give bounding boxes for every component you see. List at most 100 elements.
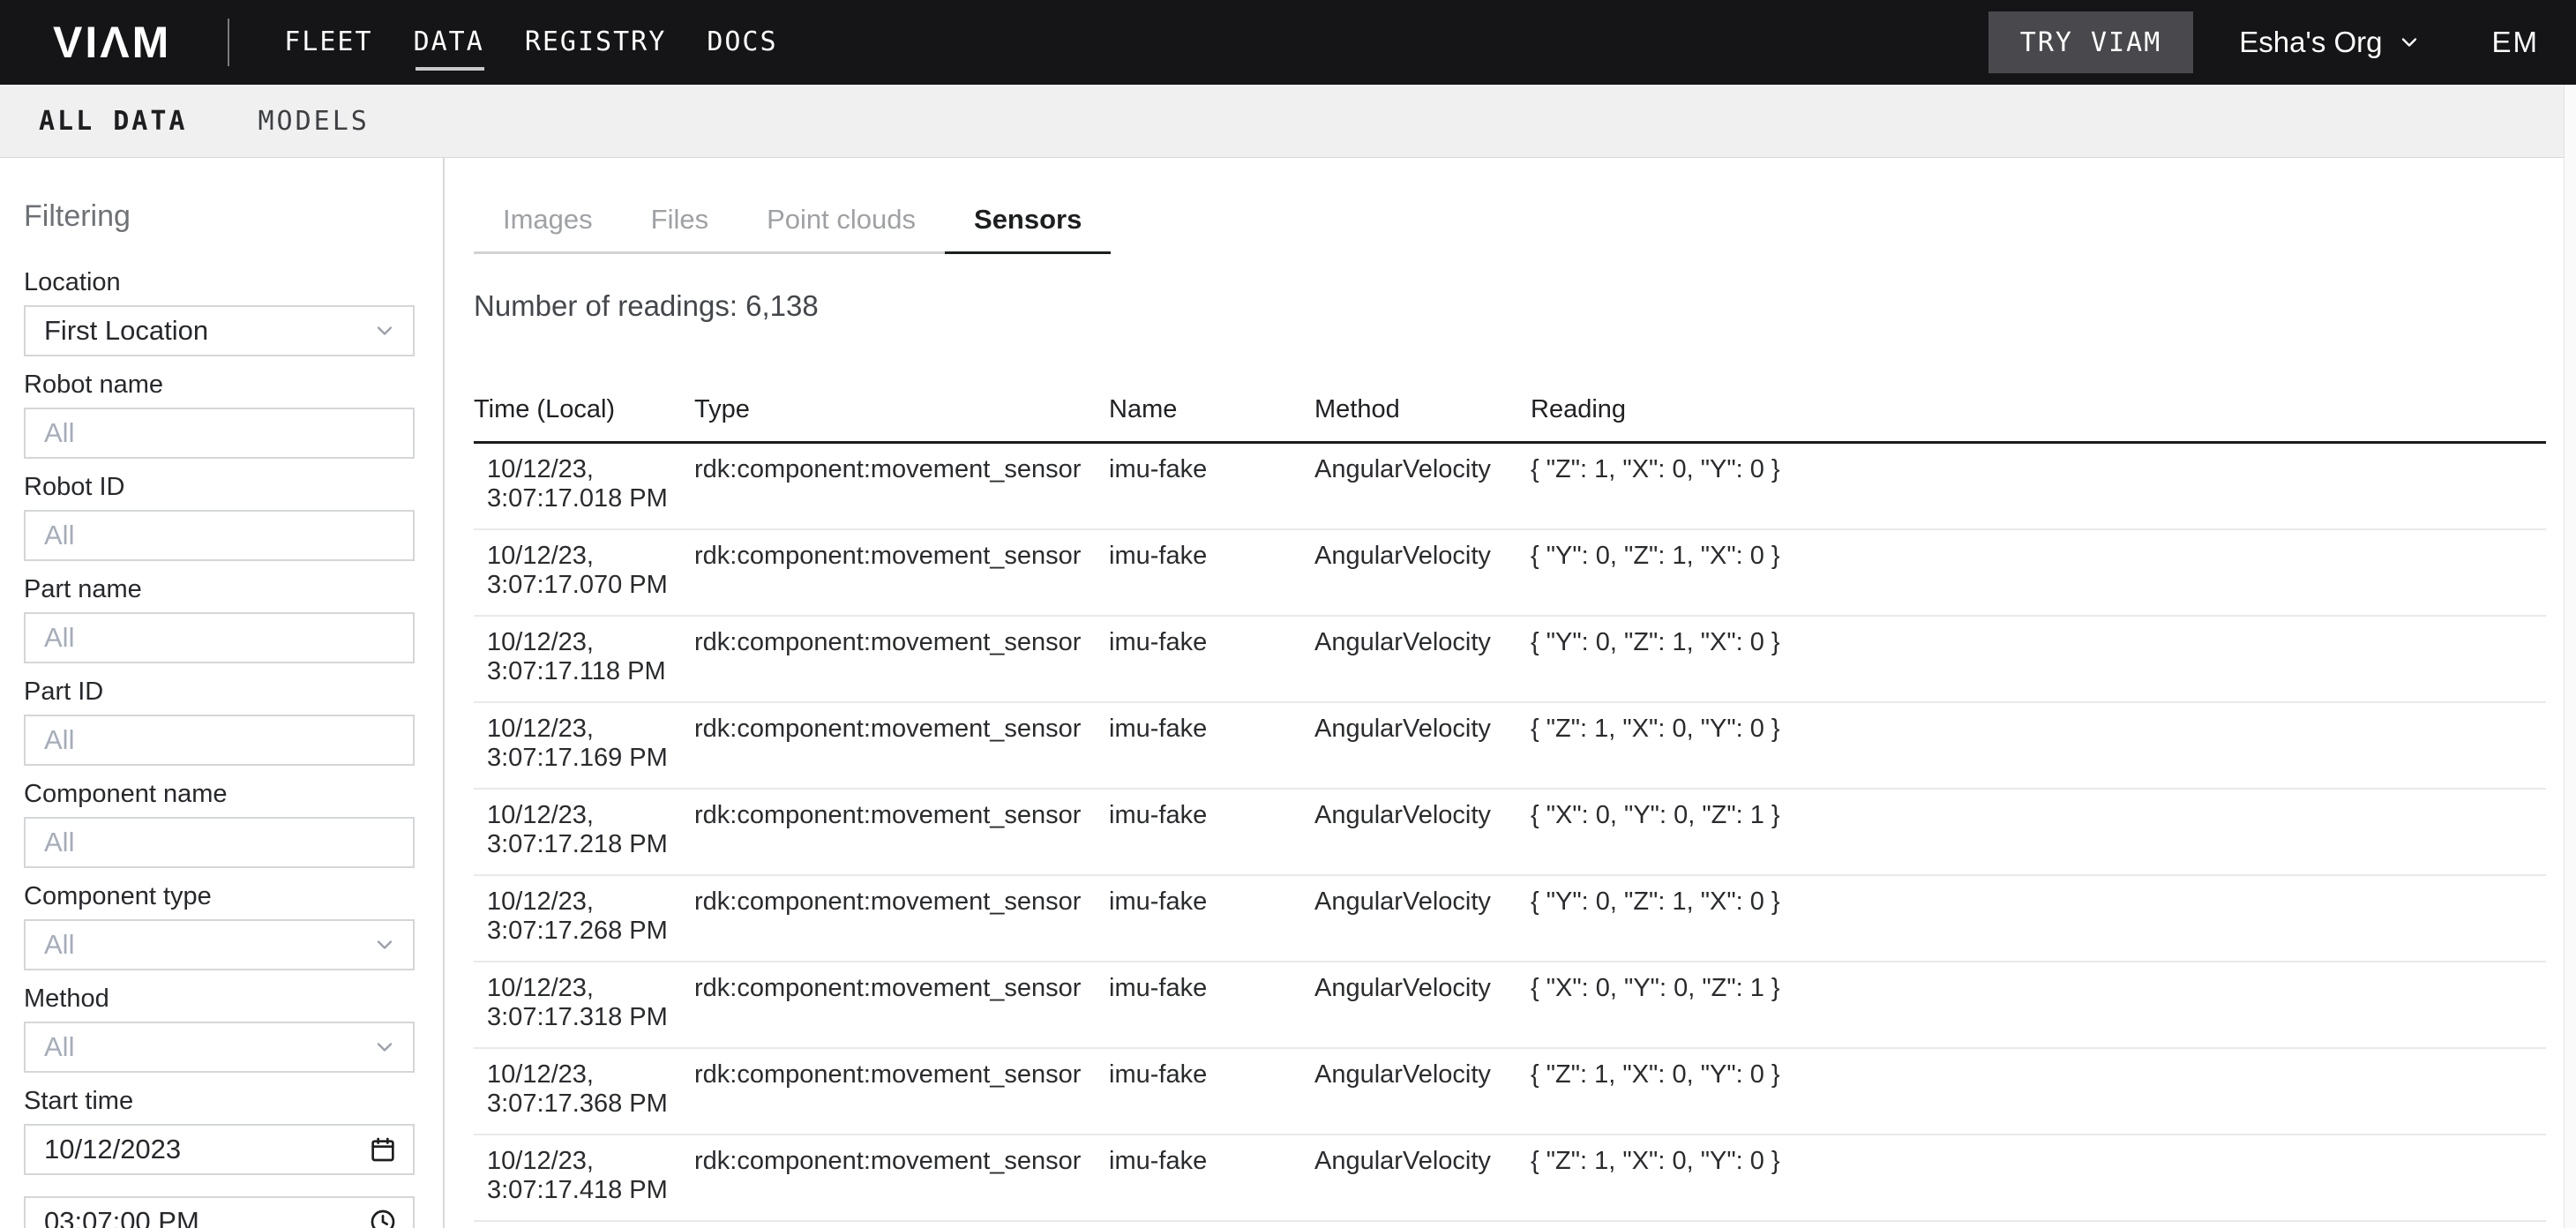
start-time-field: Start time 10/12/2023 03:07:00 PM — [24, 1089, 415, 1228]
clock-icon — [369, 1208, 397, 1228]
cell-reading: { "X": 0, "Y": 0, "Z": 1 } — [1531, 801, 2546, 874]
cell-reading: { "Z": 1, "X": 0, "Y": 0 } — [1531, 455, 2546, 528]
cell-time: 10/12/23, 3:07:17.018 PM — [474, 455, 694, 528]
nav-item-fleet[interactable]: FLEET — [284, 29, 372, 56]
tab-files[interactable]: Files — [622, 187, 738, 254]
method-select[interactable]: All — [24, 1022, 415, 1073]
cell-reading: { "Y": 0, "Z": 1, "X": 0 } — [1531, 542, 2546, 615]
location-label: Location — [24, 270, 415, 296]
component-type-value: All — [44, 929, 372, 961]
table-row: 10/12/23, 3:07:17.218 PM rdk:component:m… — [474, 790, 2546, 876]
column-header: Method — [1314, 397, 1531, 423]
table-row: 10/12/23, 3:07:17.368 PM rdk:component:m… — [474, 1049, 2546, 1135]
cell-reading: { "Y": 0, "Z": 1, "X": 0 } — [1531, 887, 2546, 961]
start-date-value: 10/12/2023 — [44, 1134, 369, 1165]
start-clock-input[interactable]: 03:07:00 PM — [24, 1196, 415, 1228]
try-viam-button[interactable]: TRY VIAM — [1988, 11, 2194, 73]
cell-method: AngularVelocity — [1314, 1060, 1531, 1134]
tab-models[interactable]: MODELS — [258, 106, 370, 137]
cell-type: rdk:component:movement_sensor — [694, 1060, 1109, 1134]
cell-time: 10/12/23, 3:07:17.318 PM — [474, 974, 694, 1047]
nav-item-docs[interactable]: DOCS — [707, 29, 777, 56]
method-field: Method All — [24, 986, 415, 1073]
cell-time-date: 10/12/23, — [487, 1060, 694, 1089]
component-type-label: Component type — [24, 884, 415, 910]
cell-name: imu-fake — [1109, 628, 1314, 701]
robot-name-input[interactable] — [24, 408, 415, 459]
avatar[interactable]: EM — [2492, 26, 2540, 59]
robot-id-field: Robot ID — [24, 475, 415, 561]
cell-method: AngularVelocity — [1314, 1147, 1531, 1220]
cell-type: rdk:component:movement_sensor — [694, 628, 1109, 701]
cell-reading: { "X": 0, "Y": 0, "Z": 1 } — [1531, 974, 2546, 1047]
method-label: Method — [24, 986, 415, 1012]
robot-name-field: Robot name — [24, 372, 415, 459]
part-id-label: Part ID — [24, 679, 415, 705]
component-name-label: Component name — [24, 782, 415, 807]
viam-logo[interactable]: VIΛM — [53, 20, 171, 64]
cell-reading: { "Z": 1, "X": 0, "Y": 0 } — [1531, 1147, 2546, 1220]
cell-time: 10/12/23, 3:07:17.169 PM — [474, 715, 694, 788]
component-type-select[interactable]: All — [24, 919, 415, 970]
nav-item-registry[interactable]: REGISTRY — [525, 29, 667, 56]
main-panel: Images Files Point clouds Sensors Number… — [445, 158, 2576, 1228]
cell-reading: { "Z": 1, "X": 0, "Y": 0 } — [1531, 1060, 2546, 1134]
table-header: Time (Local) Type Name Method Reading — [474, 397, 2546, 444]
part-id-input[interactable] — [24, 715, 415, 766]
component-name-input[interactable] — [24, 817, 415, 868]
tab-sensors[interactable]: Sensors — [945, 187, 1111, 254]
tab-point-clouds[interactable]: Point clouds — [738, 187, 945, 254]
top-nav-right: TRY VIAM Esha's Org EM — [1988, 11, 2539, 73]
table-row: 10/12/23, 3:07:17.018 PM rdk:component:m… — [474, 444, 2546, 530]
tab-images[interactable]: Images — [474, 187, 622, 254]
robot-name-label: Robot name — [24, 372, 415, 398]
component-type-field: Component type All — [24, 884, 415, 970]
cell-type: rdk:component:movement_sensor — [694, 801, 1109, 874]
cell-time-date: 10/12/23, — [487, 628, 694, 657]
nav-items: FLEET DATA REGISTRY DOCS — [284, 29, 777, 56]
method-value: All — [44, 1031, 372, 1063]
cell-method: AngularVelocity — [1314, 974, 1531, 1047]
filter-sidebar: Filtering Location First Location Robot … — [0, 158, 445, 1228]
location-select[interactable]: First Location — [24, 305, 415, 356]
column-header: Type — [694, 397, 1109, 423]
cell-time-clock: 3:07:17.218 PM — [487, 830, 694, 859]
chevron-down-icon — [372, 932, 397, 957]
part-name-input[interactable] — [24, 612, 415, 663]
cell-time-date: 10/12/23, — [487, 455, 694, 484]
tab-all-data[interactable]: ALL DATA — [39, 106, 188, 137]
part-name-field: Part name — [24, 577, 415, 663]
cell-time-date: 10/12/23, — [487, 715, 694, 744]
start-time-label: Start time — [24, 1089, 415, 1114]
table-row: 10/12/23, 3:07:17.268 PM rdk:component:m… — [474, 876, 2546, 962]
part-id-field: Part ID — [24, 679, 415, 766]
cell-time-date: 10/12/23, — [487, 974, 694, 1003]
cell-time-clock: 3:07:17.070 PM — [487, 571, 694, 600]
cell-time-date: 10/12/23, — [487, 1147, 694, 1176]
robot-id-input[interactable] — [24, 510, 415, 561]
start-date-input[interactable]: 10/12/2023 — [24, 1124, 415, 1175]
content: Filtering Location First Location Robot … — [0, 158, 2576, 1228]
sensor-readings-table: Time (Local) Type Name Method Reading — [474, 397, 2546, 1222]
table-row: 10/12/23, 3:07:17.118 PM rdk:component:m… — [474, 617, 2546, 703]
cell-name: imu-fake — [1109, 801, 1314, 874]
cell-type: rdk:component:movement_sensor — [694, 887, 1109, 961]
location-field: Location First Location — [24, 270, 415, 356]
cell-time: 10/12/23, 3:07:17.218 PM — [474, 801, 694, 874]
nav-divider — [228, 19, 229, 66]
column-header: Name — [1109, 397, 1314, 423]
cell-type: rdk:component:movement_sensor — [694, 974, 1109, 1047]
org-switcher[interactable]: Esha's Org — [2239, 26, 2421, 59]
cell-time: 10/12/23, 3:07:17.070 PM — [474, 542, 694, 615]
cell-method: AngularVelocity — [1314, 455, 1531, 528]
readings-count: Number of readings: 6,138 — [474, 289, 2558, 323]
page-scrollbar[interactable] — [2564, 85, 2576, 1228]
cell-time-clock: 3:07:17.368 PM — [487, 1089, 694, 1119]
cell-time-date: 10/12/23, — [487, 887, 694, 917]
table-row: 10/12/23, 3:07:17.169 PM rdk:component:m… — [474, 703, 2546, 790]
data-type-tabs: Images Files Point clouds Sensors — [474, 187, 1111, 254]
nav-item-data[interactable]: DATA — [414, 29, 484, 56]
cell-time: 10/12/23, 3:07:17.268 PM — [474, 887, 694, 961]
cell-time: 10/12/23, 3:07:17.418 PM — [474, 1147, 694, 1220]
filter-title: Filtering — [24, 198, 443, 235]
